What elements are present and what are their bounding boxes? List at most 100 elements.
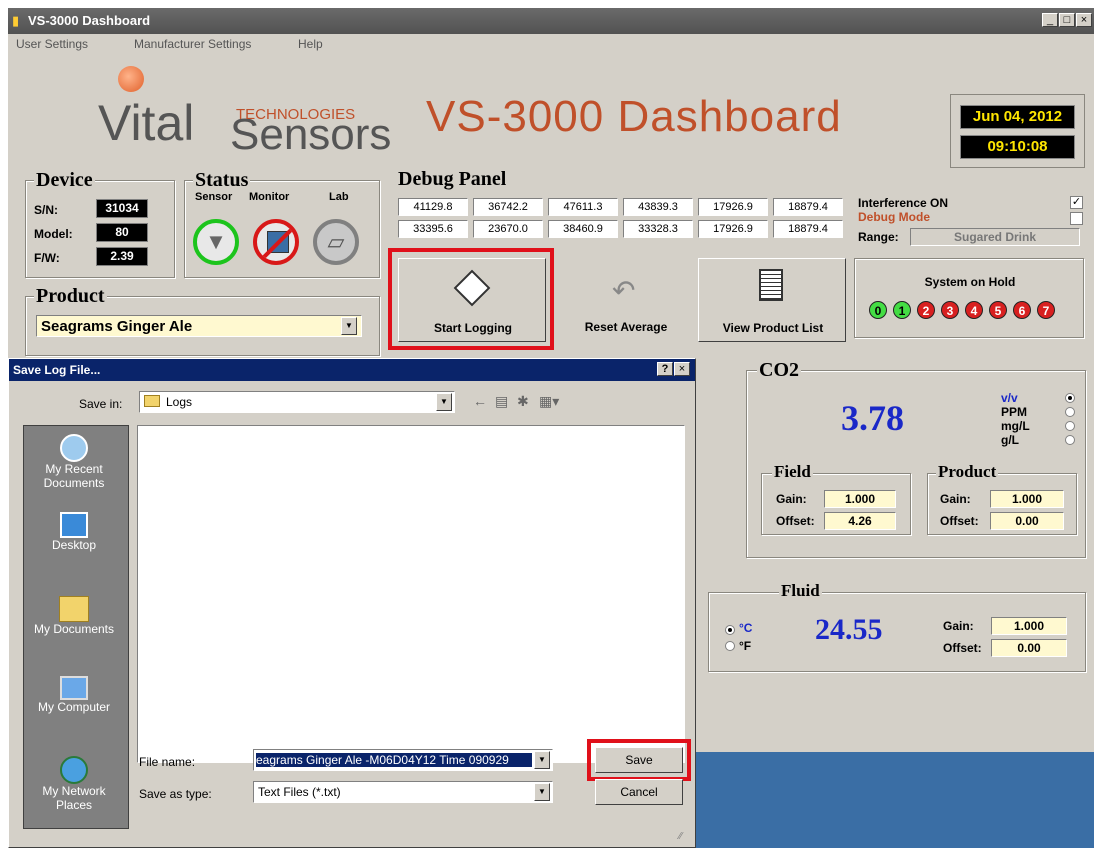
co2-product-gain-input[interactable]: 1.000 (990, 490, 1064, 508)
product-dropdown-arrow[interactable]: ▼ (341, 317, 357, 335)
debug-cell: 23670.0 (473, 220, 543, 238)
debug-cell: 17926.9 (698, 198, 768, 216)
up-folder-icon[interactable]: ▤ (495, 393, 508, 410)
save-type-dropdown-arrow[interactable]: ▼ (534, 783, 550, 801)
file-list[interactable] (137, 425, 685, 763)
maximize-button[interactable]: □ (1059, 13, 1075, 27)
save-in-value: Logs (166, 395, 193, 409)
debug-cell: 33395.6 (398, 220, 468, 238)
co2-unit-vv-radio[interactable] (1065, 393, 1075, 403)
dialog-close-button[interactable]: × (674, 362, 690, 376)
close-button[interactable]: × (1076, 13, 1092, 27)
places-bar: My Recent Documents Desktop My Documents… (23, 425, 129, 829)
debug-mode-checkbox[interactable] (1070, 212, 1083, 225)
new-folder-icon[interactable]: ✱ (517, 393, 529, 410)
co2-field-offset-input[interactable]: 4.26 (824, 512, 896, 530)
logo-technologies: TECHNOLOGIES (236, 106, 356, 123)
place-my-documents-label: My Documents (33, 622, 115, 636)
time-display: 09:10:08 (960, 135, 1075, 159)
fluid-gain-input[interactable]: 1.000 (991, 617, 1067, 635)
fluid-unit-c-radio[interactable] (725, 625, 735, 635)
menu-help[interactable]: Help (298, 37, 323, 51)
folder-icon (144, 395, 160, 407)
view-product-list-button[interactable]: View Product List (698, 258, 846, 342)
back-icon[interactable]: ← (473, 393, 487, 409)
save-in-dropdown-arrow[interactable]: ▼ (436, 393, 452, 411)
views-menu-icon[interactable]: ▦▾ (539, 393, 559, 410)
interference-checkbox[interactable]: ✓ (1070, 196, 1083, 209)
fluid-unit-f-radio[interactable] (725, 641, 735, 651)
product-select[interactable]: Seagrams Ginger Ale ▼ (36, 315, 362, 337)
sn-value: 31034 (96, 199, 148, 218)
sn-label: S/N: (34, 203, 58, 217)
co2-unit-mgl-radio[interactable] (1065, 421, 1075, 431)
co2-product-offset-input[interactable]: 0.00 (990, 512, 1064, 530)
place-my-computer-label: My Computer (37, 700, 111, 714)
save-button-highlight (587, 739, 691, 781)
cancel-button[interactable]: Cancel (595, 779, 683, 805)
my-documents-icon (59, 596, 89, 622)
place-network[interactable]: My Network Places (24, 756, 124, 812)
system-hold-panel: System on Hold 0 1 2 3 4 5 6 7 (854, 258, 1084, 338)
fluid-panel: Fluid °C °F 24.55 Gain: 1.000 Offset: 0.… (708, 581, 1086, 672)
monitor-label: Monitor (249, 191, 290, 203)
debug-cell: 36742.2 (473, 198, 543, 216)
resize-grip-icon[interactable]: ∕∕ (679, 831, 682, 842)
place-desktop[interactable]: Desktop (24, 512, 124, 552)
place-desktop-label: Desktop (51, 538, 97, 552)
co2-field-gain-input[interactable]: 1.000 (824, 490, 896, 508)
model-value: 80 (96, 223, 148, 242)
minimize-button[interactable]: _ (1042, 13, 1058, 27)
place-my-computer[interactable]: My Computer (24, 676, 124, 714)
debug-cell: 38460.9 (548, 220, 618, 238)
place-recent-documents[interactable]: My Recent Documents (24, 434, 124, 490)
reset-average-button[interactable]: ↶ Reset Average (556, 258, 696, 342)
fluid-unit-c: °C (739, 621, 753, 635)
dialog-title: Save Log File... (13, 363, 101, 377)
file-name-value: eagrams Ginger Ale -M06D04Y12 Time 09092… (256, 753, 532, 767)
system-hold-label: System on Hold (924, 275, 1016, 289)
view-product-list-label: View Product List (722, 321, 824, 335)
co2-unit-ppm-radio[interactable] (1065, 407, 1075, 417)
led-0: 0 (869, 301, 887, 319)
save-log-dialog: Save Log File... ? × Save in: Logs ▼ ← ▤… (8, 358, 696, 848)
start-logging-highlight (388, 248, 554, 350)
sensor-label: Sensor (195, 191, 233, 203)
place-my-documents[interactable]: My Documents (24, 596, 124, 636)
sensor-status-icon: ▼ (193, 219, 239, 265)
debug-cell: 47611.3 (548, 198, 618, 216)
save-in-label: Save in: (79, 397, 123, 411)
window-title: VS-3000 Dashboard (28, 13, 151, 28)
debug-cell: 18879.4 (773, 220, 843, 238)
file-name-input[interactable]: eagrams Ginger Ale -M06D04Y12 Time 09092… (253, 749, 553, 771)
datetime-panel: Jun 04, 2012 09:10:08 (950, 94, 1085, 168)
file-name-label: File name: (139, 755, 196, 769)
device-group: Device S/N: 31034 Model: 80 F/W: 2.39 (25, 169, 175, 278)
co2-unit-gl-radio[interactable] (1065, 435, 1075, 445)
menu-manufacturer-settings[interactable]: Manufacturer Settings (134, 37, 251, 51)
range-value: Sugared Drink (910, 228, 1080, 246)
co2-panel: CO2 3.78 v/v PPM mg/L g/L Field Gain: 1.… (746, 359, 1086, 558)
place-network-label: My Network Places (42, 784, 106, 812)
co2-product-title: Product (936, 462, 999, 482)
menu-user-settings[interactable]: User Settings (16, 37, 88, 51)
co2-unit-vv: v/v (1001, 391, 1018, 405)
fluid-offset-input[interactable]: 0.00 (991, 639, 1067, 657)
product-title: Product (34, 285, 107, 308)
led-7: 7 (1037, 301, 1055, 319)
led-5: 5 (989, 301, 1007, 319)
co2-product-group: Product Gain: 1.000 Offset: 0.00 (927, 462, 1077, 535)
recent-documents-icon (60, 434, 88, 462)
fluid-offset-label: Offset: (943, 641, 982, 655)
logo-vital: Vital (98, 95, 195, 151)
save-in-select[interactable]: Logs ▼ (139, 391, 455, 413)
file-name-dropdown-arrow[interactable]: ▼ (534, 751, 550, 769)
status-group: Status Sensor Monitor Lab ▼ ▱ (184, 169, 380, 278)
help-button[interactable]: ? (657, 362, 673, 376)
save-type-select[interactable]: Text Files (*.txt) ▼ (253, 781, 553, 803)
network-icon (60, 756, 88, 784)
title-bar: ▮ VS-3000 Dashboard _ □ × (8, 8, 1094, 34)
list-icon (759, 269, 783, 301)
co2-product-offset-label: Offset: (940, 514, 979, 528)
interference-label: Interference ON (858, 196, 949, 210)
